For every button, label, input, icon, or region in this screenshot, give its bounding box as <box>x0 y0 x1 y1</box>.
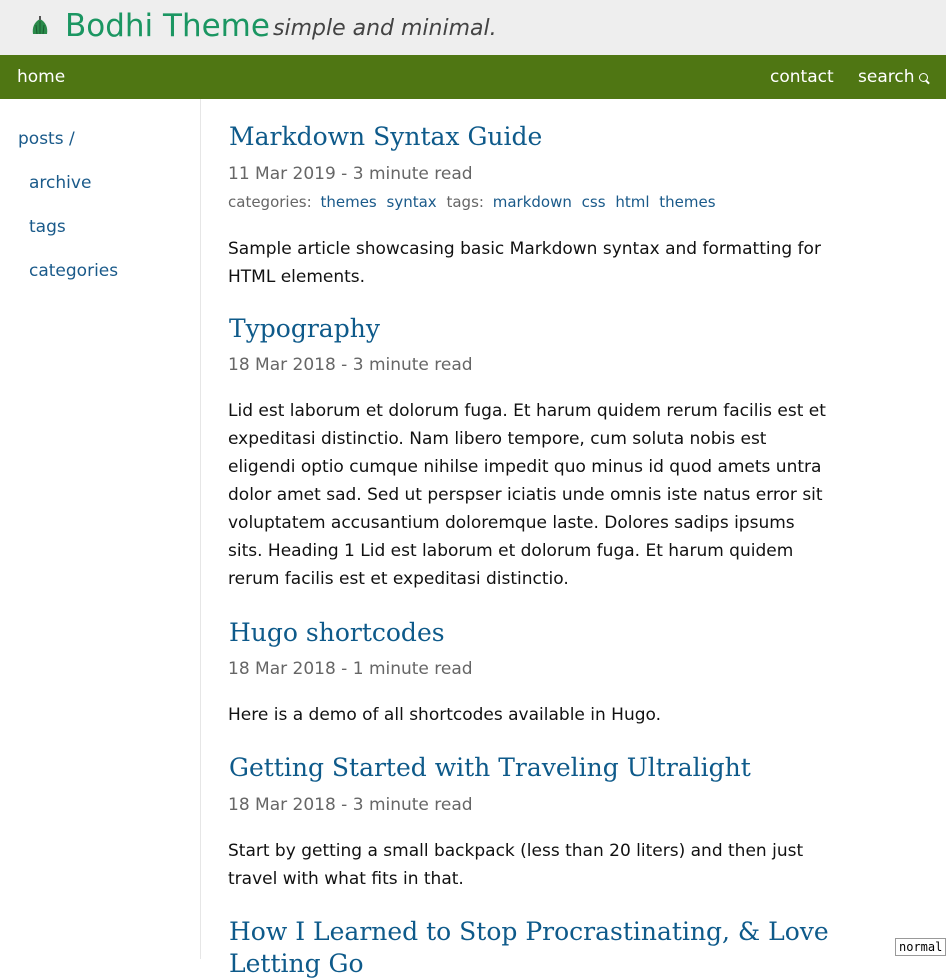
post-title[interactable]: Markdown Syntax Guide <box>229 121 542 153</box>
post-summary: Lid est laborum et dolorum fuga. Et haru… <box>228 401 826 589</box>
nav-search-label: search <box>858 67 915 87</box>
site-header: Bodhi Theme simple and minimal. <box>0 0 946 55</box>
site-title[interactable]: Bodhi Theme <box>65 6 270 46</box>
leaf-icon[interactable] <box>30 16 50 38</box>
post-meta: 18 Mar 2018 - 1 minute read <box>228 659 473 679</box>
sidebar-item-archive[interactable]: archive <box>29 171 91 195</box>
sidebar: posts / archive tags categories <box>0 99 201 959</box>
post-taxonomies: categories: themes syntax tags: markdown… <box>228 191 721 213</box>
post-list: Markdown Syntax Guide 11 Mar 2019 - 3 mi… <box>228 99 829 978</box>
post-meta: 18 Mar 2018 - 3 minute read <box>228 795 473 815</box>
category-link[interactable]: themes <box>320 193 376 211</box>
post-meta: 11 Mar 2019 - 3 minute read <box>228 164 473 184</box>
site-tagline: simple and minimal. <box>273 16 497 41</box>
tags-label: tags: <box>446 193 484 211</box>
nav-search-link[interactable]: search <box>858 55 929 99</box>
search-icon <box>919 73 929 82</box>
category-link[interactable]: syntax <box>387 193 437 211</box>
nav-contact-link[interactable]: contact <box>770 55 834 99</box>
post-title[interactable]: Getting Started with Traveling Ultraligh… <box>229 752 751 784</box>
sidebar-item-posts[interactable]: posts / <box>18 127 75 151</box>
tag-link[interactable]: themes <box>659 193 715 211</box>
tag-link[interactable]: html <box>615 193 649 211</box>
main-nav: home contact search <box>0 55 946 99</box>
post-summary: Here is a demo of all shortcodes availab… <box>228 705 662 725</box>
post-summary: Start by getting a small backpack (less … <box>228 841 804 889</box>
post-summary: Sample article showcasing basic Markdown… <box>228 239 821 287</box>
mode-badge: normal <box>895 938 946 956</box>
sidebar-item-categories[interactable]: categories <box>29 259 118 283</box>
nav-home-link[interactable]: home <box>17 55 65 99</box>
sidebar-item-tags[interactable]: tags <box>29 215 66 239</box>
tag-link[interactable]: markdown <box>493 193 572 211</box>
post-title[interactable]: Typography <box>229 313 380 345</box>
post-meta: 18 Mar 2018 - 3 minute read <box>228 355 473 375</box>
post-title[interactable]: Hugo shortcodes <box>229 617 445 649</box>
post-title[interactable]: How I Learned to Stop Procrastinating, &… <box>229 916 829 980</box>
tag-link[interactable]: css <box>582 193 606 211</box>
categories-label: categories: <box>228 193 312 211</box>
